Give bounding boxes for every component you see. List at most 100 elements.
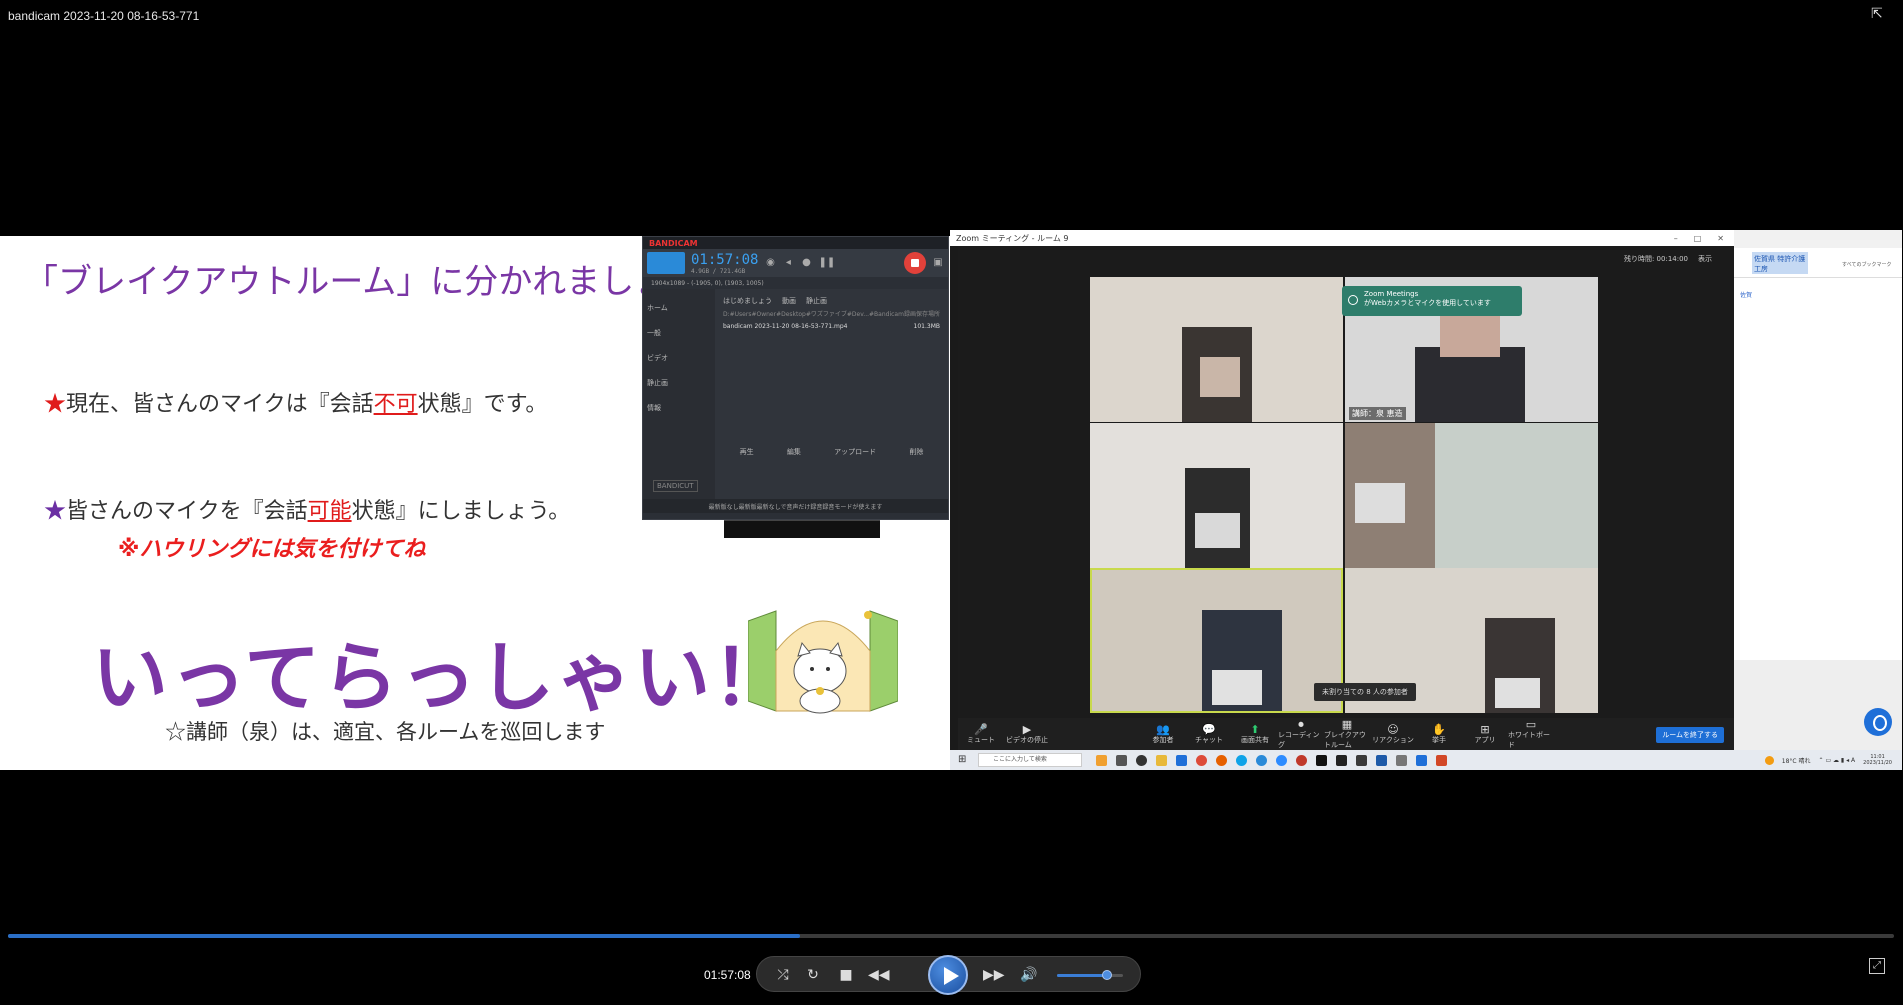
browser-toolbar: 佐賀県 特許介護工房 すべてのブックマーク bbox=[1734, 248, 1902, 278]
zoom-icon[interactable] bbox=[1276, 754, 1287, 766]
bandicut-button[interactable]: BANDICUT bbox=[653, 480, 698, 492]
reactions-button[interactable]: ☺ リアクション bbox=[1370, 723, 1416, 745]
mute-button[interactable]: 🎤 ミュート bbox=[958, 723, 1004, 745]
stop-record-button[interactable] bbox=[904, 252, 926, 274]
webcam-icon[interactable]: ◉ bbox=[764, 257, 776, 269]
weather-text[interactable]: 18°C 晴れ bbox=[1782, 756, 1811, 765]
participant-tile[interactable] bbox=[1345, 423, 1598, 568]
stop-video-button[interactable]: ▶ ビデオの停止 bbox=[1004, 723, 1050, 745]
whiteboard-button[interactable]: ▭ ホワイトボード bbox=[1508, 718, 1554, 750]
weather-icon bbox=[1764, 755, 1774, 765]
sidebar-item-info[interactable]: 情報 bbox=[647, 395, 711, 420]
stop-icon[interactable]: ■ bbox=[836, 965, 856, 985]
compact-mode-icon[interactable]: ⇱ bbox=[1871, 6, 1889, 24]
slide-title: 「ブレイクアウトルーム」に分かれましょう bbox=[24, 262, 703, 302]
camera-app-icon[interactable] bbox=[1396, 754, 1407, 766]
page-footer bbox=[1734, 660, 1902, 750]
volume-icon[interactable]: 🔊 bbox=[1019, 965, 1039, 985]
participant-tile[interactable] bbox=[1090, 423, 1343, 568]
star-icon: ★ bbox=[44, 499, 67, 524]
bandicam-icon[interactable] bbox=[1296, 754, 1307, 766]
speaker-icon[interactable]: ◂ bbox=[782, 257, 794, 269]
windows-start-icon[interactable]: ⊞ bbox=[958, 754, 966, 765]
clock[interactable]: 11:01 2023/11/20 bbox=[1863, 754, 1892, 766]
app-icon[interactable] bbox=[1356, 754, 1367, 766]
maximize-icon[interactable]: □ bbox=[1694, 234, 1702, 243]
fullscreen-icon[interactable]: ⤢ bbox=[1869, 958, 1885, 974]
apps-button[interactable]: ⊞ アプリ bbox=[1462, 723, 1508, 745]
raise-hand-button[interactable]: ✋ 挙手 bbox=[1416, 723, 1462, 745]
slide-note: ☆講師（泉）は、適宜、各ルームを巡回します bbox=[165, 720, 606, 744]
all-bookmarks-link[interactable]: すべてのブックマーク bbox=[1842, 261, 1891, 268]
edge-icon[interactable] bbox=[1256, 754, 1267, 766]
play-file-button[interactable]: 再生 bbox=[740, 447, 754, 457]
taskbar-search-input[interactable]: ここに入力して検索 bbox=[978, 753, 1082, 767]
browser-tabbar bbox=[1734, 230, 1902, 248]
minimize-icon[interactable]: – bbox=[1674, 234, 1678, 243]
chrome-icon[interactable] bbox=[1196, 754, 1207, 766]
shuffle-icon[interactable]: ⤮ bbox=[773, 965, 793, 985]
share-screen-button[interactable]: ⬆ 画面共有 bbox=[1232, 723, 1278, 745]
participant-tile-active[interactable] bbox=[1090, 568, 1343, 713]
app-icon[interactable] bbox=[1416, 754, 1427, 766]
tab-getting-started[interactable]: はじめましょう bbox=[723, 296, 772, 306]
close-icon[interactable]: ✕ bbox=[1717, 234, 1724, 243]
pause-icon[interactable]: ❚❚ bbox=[818, 257, 835, 269]
app-icon[interactable] bbox=[1096, 754, 1107, 766]
sidebar-item-general[interactable]: 一般 bbox=[647, 320, 711, 345]
app-icon[interactable] bbox=[1376, 754, 1387, 766]
app-icon[interactable] bbox=[1176, 754, 1187, 766]
bandicam-resolution: 1904x1089 - (-1905, 0), (1903, 1005) bbox=[643, 277, 948, 289]
zoom-titlebar: Zoom ミーティング - ルーム 9 – □ ✕ bbox=[950, 230, 1734, 246]
volume-knob[interactable] bbox=[1101, 970, 1112, 980]
breakout-icon: ▦ bbox=[1341, 718, 1353, 731]
apps-icon: ⊞ bbox=[1480, 723, 1490, 736]
participants-button[interactable]: 👥 参加者 bbox=[1140, 723, 1186, 745]
app-icon[interactable] bbox=[1116, 754, 1127, 766]
mic-icon: 🎤 bbox=[974, 723, 988, 736]
share-icon: ⬆ bbox=[1250, 723, 1260, 736]
bookmark-tag[interactable]: 佐賀県 特許介護工房 bbox=[1752, 252, 1808, 274]
volume-slider[interactable] bbox=[1057, 970, 1123, 980]
breakout-tooltip: 未割り当ての 8 人の参加者 bbox=[1314, 683, 1416, 701]
close-rooms-button[interactable]: ルームを終了する bbox=[1656, 727, 1724, 743]
windows-taskbar: ⊞ ここに入力して検索 18°C 晴れ ⌃ ▭ ☁ ▮ ◂ A 11:01 20… bbox=[950, 750, 1902, 770]
firefox-icon[interactable] bbox=[1216, 754, 1227, 766]
tray-icons[interactable]: ⌃ ▭ ☁ ▮ ◂ A bbox=[1819, 757, 1856, 764]
sidebar-item-image[interactable]: 静止画 bbox=[647, 370, 711, 395]
repeat-icon[interactable]: ↻ bbox=[803, 965, 823, 985]
app-icon[interactable] bbox=[1316, 754, 1327, 766]
participant-tile[interactable] bbox=[1090, 277, 1343, 422]
view-button[interactable]: 表示 bbox=[1698, 254, 1712, 264]
play-button[interactable] bbox=[928, 955, 968, 995]
delete-file-button[interactable]: 削除 bbox=[909, 447, 923, 457]
file-row[interactable]: bandicam 2023-11-20 08-16-53-771.mp4 101… bbox=[723, 323, 940, 337]
screen-mode-button[interactable] bbox=[647, 252, 685, 274]
account-fab-icon[interactable] bbox=[1864, 708, 1892, 736]
bullet-text: 状態』です。 bbox=[417, 392, 548, 417]
page-link[interactable]: 佐賀 bbox=[1740, 290, 1752, 299]
mic-icon[interactable]: ● bbox=[800, 257, 812, 269]
record-button[interactable]: ⏺ レコーディング bbox=[1278, 718, 1324, 750]
powerpoint-icon[interactable] bbox=[1436, 754, 1447, 766]
file-size: 101.3MB bbox=[913, 323, 940, 330]
edit-file-button[interactable]: 編集 bbox=[787, 447, 801, 457]
app-icon[interactable] bbox=[1136, 754, 1147, 766]
tab-video[interactable]: 動画 bbox=[782, 296, 796, 306]
skype-icon[interactable] bbox=[1236, 754, 1247, 766]
camera-icon[interactable]: ▣ bbox=[932, 257, 944, 269]
zoom-notification[interactable]: Zoom Meetings がWebカメラとマイクを使用しています bbox=[1342, 286, 1522, 316]
zoom-toolbar: 🎤 ミュート ▶ ビデオの停止 👥 参加者 💬 チャット ⬆ 画面共有 ⏺ レコーディング … bbox=[958, 718, 1734, 750]
app-icon[interactable] bbox=[1336, 754, 1347, 766]
tab-image[interactable]: 静止画 bbox=[806, 296, 827, 306]
breakout-rooms-button[interactable]: ▦ ブレイクアウトルーム bbox=[1324, 718, 1370, 750]
seek-bar[interactable] bbox=[8, 934, 1894, 938]
sidebar-item-video[interactable]: ビデオ bbox=[647, 345, 711, 370]
upload-file-button[interactable]: アップロード bbox=[834, 447, 876, 457]
folder-icon[interactable] bbox=[1156, 754, 1167, 766]
sidebar-item-home[interactable]: ホーム bbox=[647, 295, 711, 320]
chat-button[interactable]: 💬 チャット bbox=[1186, 723, 1232, 745]
bullet-text: 皆さんのマイクを『会話 bbox=[66, 499, 308, 524]
previous-icon[interactable]: ◀◀ bbox=[868, 965, 890, 985]
next-icon[interactable]: ▶▶ bbox=[983, 965, 1005, 985]
